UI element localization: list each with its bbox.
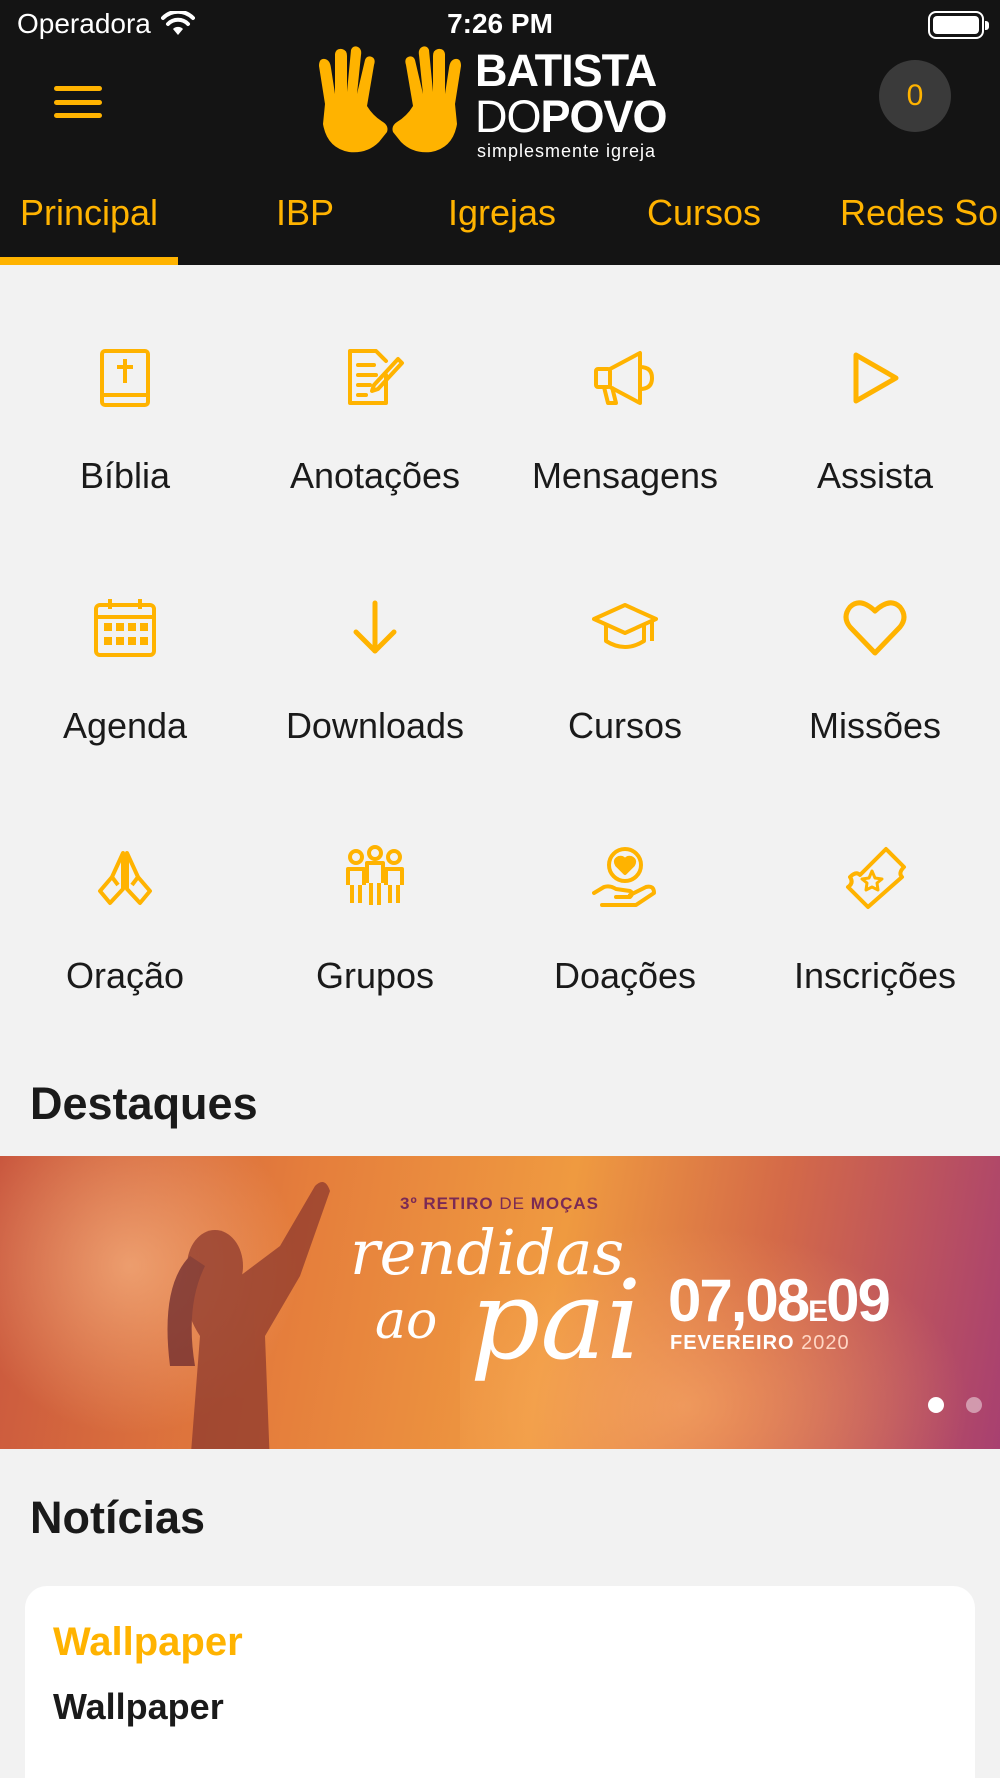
grid-item-label: Grupos (315, 955, 435, 996)
grid-item-doacoes[interactable]: Doações (500, 810, 750, 1060)
donation-hand-heart-icon (592, 847, 656, 907)
news-heading: Notícias (30, 1492, 206, 1543)
grid-item-label: Doações (553, 955, 697, 996)
download-arrow-icon (353, 600, 397, 654)
megaphone-icon (594, 351, 654, 405)
logo-wordmark: BATISTA DOPOVO simplesmente igreja (475, 45, 668, 162)
grid-item-missoes[interactable]: Missões (750, 560, 1000, 810)
banner-month-name: FEVEREIRO (670, 1332, 795, 1354)
grid-item-label: Agenda (62, 705, 188, 746)
battery-icon (928, 11, 989, 39)
tab-cursos[interactable]: Cursos (647, 180, 761, 265)
notes-icon (348, 349, 404, 405)
tab-bar: Principal IBP Igrejas Cursos Redes So (0, 180, 1000, 265)
logo-line2-a: DO (475, 91, 541, 142)
highlights-heading: Destaques (30, 1078, 258, 1129)
grid-item-mensagens[interactable]: Mensagens (500, 310, 750, 560)
heart-icon (843, 600, 907, 656)
grid-item-label: Cursos (567, 705, 683, 746)
tab-ibp[interactable]: IBP (276, 180, 334, 265)
logo-line1: BATISTA (475, 45, 657, 96)
banner-kicker-end: MOÇAS (530, 1194, 599, 1213)
praying-hands-icon (98, 851, 152, 905)
grid-item-label: Mensagens (531, 455, 719, 496)
graduation-cap-icon (592, 603, 658, 649)
cart-count-badge[interactable]: 0 (879, 60, 951, 132)
status-time: 7:26 PM (447, 8, 553, 39)
banner-year: 2020 (801, 1332, 850, 1354)
news-card-title: Wallpaper (53, 1620, 243, 1664)
news-card-subtitle: Wallpaper (53, 1686, 224, 1727)
app-logo: BATISTA DOPOVO simplesmente igreja (305, 46, 715, 161)
highlight-banner[interactable]: 3º RETIRO DE MOÇAS rendidas ao pai 07,08… (0, 1156, 1000, 1449)
raised-hands-dove-icon (319, 46, 461, 153)
grid-item-anotacoes[interactable]: Anotações (250, 310, 500, 560)
banner-script-line3: pai (470, 1256, 642, 1384)
grid-item-inscricoes[interactable]: Inscrições (750, 810, 1000, 1060)
grid-item-label: Bíblia (79, 455, 171, 496)
grid-item-label: Downloads (285, 705, 465, 746)
banner-dates: 07,08E09 (668, 1266, 891, 1335)
news-card[interactable]: Wallpaper Wallpaper (25, 1586, 975, 1778)
banner-dates-b: 09 (826, 1267, 891, 1334)
status-bar: Operadora 7:26 PM (0, 0, 1000, 50)
tab-redes-sociais[interactable]: Redes So (840, 180, 998, 265)
hamburger-menu-icon[interactable] (50, 80, 106, 124)
group-people-icon (346, 845, 404, 905)
carousel-pagination (928, 1397, 982, 1413)
banner-kicker-bold: 3º RETIRO (400, 1194, 494, 1213)
banner-dates-e: E (808, 1295, 828, 1328)
grid-item-grupos[interactable]: Grupos (250, 810, 500, 1060)
grid-item-oracao[interactable]: Oração (0, 810, 250, 1060)
banner-kicker: 3º RETIRO DE MOÇAS (400, 1194, 599, 1214)
ticket-icon (846, 847, 906, 909)
tab-igrejas[interactable]: Igrejas (448, 180, 556, 265)
logo-line2: DOPOVO (475, 91, 668, 142)
grid-item-label: Missões (808, 705, 942, 746)
grid-item-label: Assista (816, 455, 934, 496)
banner-kicker-light: DE (499, 1194, 525, 1213)
carousel-dot-1[interactable] (928, 1397, 944, 1413)
grid-item-agenda[interactable]: Agenda (0, 560, 250, 810)
app-header: Operadora 7:26 PM BATISTA DOPOVO simples… (0, 0, 1000, 265)
banner-month: FEVEREIRO 2020 (670, 1332, 850, 1355)
calendar-icon (94, 599, 156, 657)
banner-script-line2: ao (375, 1291, 438, 1351)
tab-principal[interactable]: Principal (0, 180, 179, 265)
banner-woman-silhouette (167, 1182, 330, 1449)
banner-dates-a: 07,08 (668, 1267, 810, 1334)
grid-item-label: Oração (65, 955, 185, 996)
grid-item-cursos[interactable]: Cursos (500, 560, 750, 810)
logo-tagline: simplesmente igreja (477, 141, 657, 161)
grid-item-biblia[interactable]: Bíblia (0, 310, 250, 560)
grid-item-assista[interactable]: Assista (750, 310, 1000, 560)
grid-item-label: Inscrições (793, 955, 957, 996)
grid-item-downloads[interactable]: Downloads (250, 560, 500, 810)
play-icon (853, 352, 899, 404)
grid-item-label: Anotações (289, 455, 461, 496)
bible-icon (100, 349, 150, 407)
logo-line2-b: POVO (540, 91, 668, 142)
carousel-dot-2[interactable] (966, 1397, 982, 1413)
